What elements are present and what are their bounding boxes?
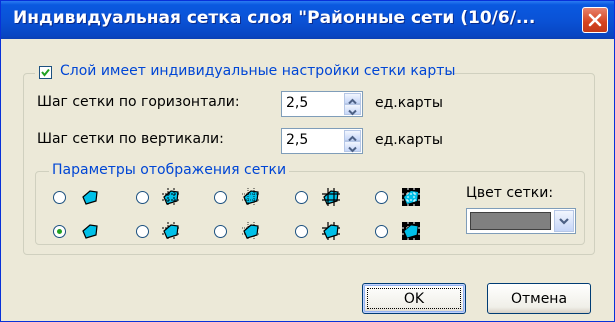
- horizontal-step-label: Шаг сетки по горизонтали:: [37, 94, 240, 110]
- horizontal-step-spinner[interactable]: [344, 93, 361, 116]
- grid-style-icon: [322, 222, 340, 240]
- checkmark-icon: [41, 68, 50, 77]
- grid-style-icon: [242, 188, 260, 206]
- vertical-step-label: Шаг сетки по вертикали:: [37, 131, 224, 147]
- vertical-spin-down-button[interactable]: [344, 141, 361, 153]
- grid-style-icon: [402, 222, 420, 240]
- horizontal-step-input[interactable]: 2,5: [281, 91, 363, 117]
- vertical-step-spinner[interactable]: [344, 130, 361, 153]
- title-bar[interactable]: Индивидуальная сетка слоя "Районные сети…: [1, 1, 614, 39]
- dialog-window: Индивидуальная сетка слоя "Районные сети…: [0, 0, 615, 322]
- grid-style-icon: [162, 188, 180, 206]
- grid-style-radio-r2c3[interactable]: [214, 225, 227, 238]
- arrow-down-icon: [348, 109, 357, 116]
- display-params-legend: Параметры отображения сетки: [49, 162, 290, 178]
- grid-style-radio-r1c2[interactable]: [136, 191, 149, 204]
- grid-color-dropdown-button[interactable]: [554, 210, 574, 232]
- horizontal-spin-up-button[interactable]: [344, 93, 361, 105]
- horizontal-spin-down-button[interactable]: [344, 104, 361, 116]
- individual-settings-label: Слой имеет индивидуальные настройки сетк…: [60, 63, 456, 79]
- grid-style-radio-r1c3[interactable]: [214, 191, 227, 204]
- vertical-step-unit: ед.карты: [375, 132, 443, 148]
- close-icon: [588, 13, 602, 27]
- grid-style-icon: [402, 188, 420, 206]
- close-button[interactable]: [582, 7, 608, 33]
- grid-style-radio-r2c1[interactable]: [53, 225, 66, 238]
- individual-settings-checkbox[interactable]: [39, 66, 52, 79]
- settings-legend: Слой имеет индивидуальные настройки сетк…: [35, 63, 455, 83]
- grid-style-icon: [242, 222, 260, 240]
- focus-rect: [367, 288, 461, 309]
- vertical-spin-up-button[interactable]: [344, 130, 361, 142]
- horizontal-step-value: 2,5: [286, 95, 309, 111]
- vertical-step-input[interactable]: 2,5: [281, 128, 363, 154]
- grid-style-radio-r2c5[interactable]: [375, 225, 388, 238]
- cancel-button[interactable]: Отмена: [487, 283, 591, 314]
- grid-style-radio-r1c5[interactable]: [375, 191, 388, 204]
- grid-style-icon: [162, 222, 180, 240]
- grid-style-icon: [82, 224, 98, 239]
- arrow-down-icon: [348, 146, 357, 153]
- ok-button[interactable]: OK: [362, 283, 466, 314]
- grid-style-icon: [322, 188, 340, 206]
- grid-style-radio-r1c1[interactable]: [53, 191, 66, 204]
- cancel-button-label: Отмена: [510, 290, 568, 307]
- radio-selected-dot: [57, 229, 62, 234]
- grid-style-icon: [82, 190, 98, 205]
- chevron-down-icon: [559, 218, 569, 225]
- vertical-step-value: 2,5: [286, 132, 309, 148]
- grid-color-label: Цвет сетки:: [466, 185, 554, 201]
- grid-style-radio-r1c4[interactable]: [295, 191, 308, 204]
- grid-color-swatch: [470, 212, 551, 230]
- grid-style-radio-r2c2[interactable]: [136, 225, 149, 238]
- grid-style-radio-r2c4[interactable]: [295, 225, 308, 238]
- horizontal-step-unit: ед.карты: [375, 95, 443, 111]
- window-title: Индивидуальная сетка слоя "Районные сети…: [13, 8, 536, 28]
- grid-color-select[interactable]: [466, 208, 576, 234]
